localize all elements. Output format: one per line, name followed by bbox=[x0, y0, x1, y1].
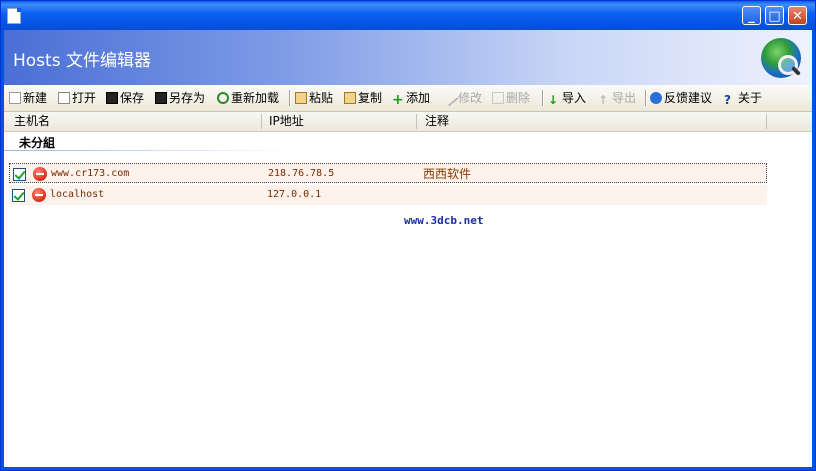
feedback-button[interactable]: 反馈建议 bbox=[650, 89, 712, 107]
save-button[interactable]: 保存 bbox=[106, 89, 144, 107]
paste-button[interactable]: 粘贴 bbox=[295, 89, 333, 107]
new-file-icon bbox=[9, 92, 21, 104]
column-divider[interactable] bbox=[416, 114, 417, 129]
host-status-icon bbox=[32, 188, 46, 202]
enabled-checkbox[interactable] bbox=[12, 189, 25, 202]
open-button[interactable]: 打开 bbox=[58, 89, 96, 107]
toolbar: 新建 打开 保存 另存为 重新加载 粘贴 复制 + 添加 修改 删除 ↓ 导入 ↑ 导… bbox=[4, 85, 812, 112]
reload-button[interactable]: 重新加载 bbox=[217, 89, 279, 107]
save-icon bbox=[106, 92, 118, 104]
host-row[interactable]: localhost 127.0.0.1 bbox=[9, 185, 767, 205]
paste-icon bbox=[295, 92, 307, 104]
column-host[interactable]: 主机名 bbox=[14, 112, 50, 131]
column-note[interactable]: 注释 bbox=[425, 112, 449, 131]
pencil-icon bbox=[441, 89, 459, 107]
edit-button[interactable]: 修改 bbox=[441, 89, 482, 107]
ip-cell: 218.76.78.5 bbox=[268, 168, 335, 179]
note-cell: 西西软件 bbox=[423, 167, 472, 181]
maximize-button[interactable]: □ bbox=[765, 6, 784, 25]
toolbar-separator bbox=[645, 90, 647, 106]
ip-cell: 127.0.0.1 bbox=[267, 189, 322, 200]
toolbar-separator bbox=[289, 90, 291, 106]
host-cell: www.cr173.com bbox=[51, 168, 130, 179]
group-divider bbox=[4, 150, 294, 151]
host-cell: localhost bbox=[50, 189, 105, 200]
copy-icon bbox=[344, 92, 356, 104]
enabled-checkbox[interactable] bbox=[13, 168, 26, 181]
import-button[interactable]: ↓ 导入 bbox=[548, 89, 586, 107]
app-title: Hosts 文件编辑器 bbox=[13, 51, 151, 71]
help-icon: ? bbox=[724, 93, 731, 107]
title-bar[interactable]: _ □ ✕ bbox=[1, 1, 815, 30]
close-button[interactable]: ✕ bbox=[788, 6, 807, 25]
minimize-button[interactable]: _ bbox=[742, 6, 761, 25]
client-area: Hosts 文件编辑器 新建 打开 保存 另存为 重新加载 粘贴 复制 + 添加 … bbox=[4, 30, 812, 467]
export-button[interactable]: ↑ 导出 bbox=[598, 89, 636, 107]
about-button[interactable]: ? 关于 bbox=[724, 89, 762, 107]
plus-icon: + bbox=[392, 92, 404, 108]
toolbar-separator bbox=[542, 90, 544, 106]
globe-search-icon bbox=[761, 38, 801, 78]
new-button[interactable]: 新建 bbox=[9, 89, 47, 107]
delete-button[interactable]: 删除 bbox=[492, 89, 530, 107]
host-status-icon bbox=[33, 167, 47, 181]
group-header[interactable]: 未分組 bbox=[19, 134, 55, 151]
save-as-icon bbox=[155, 92, 167, 104]
app-window: _ □ ✕ Hosts 文件编辑器 新建 打开 保存 另存为 重新加载 粘贴 复… bbox=[0, 0, 816, 471]
app-icon[interactable] bbox=[7, 8, 21, 24]
reload-icon bbox=[217, 92, 229, 104]
host-row[interactable]: www.cr173.com 218.76.78.5 西西软件 bbox=[9, 163, 767, 183]
header-banner: Hosts 文件编辑器 bbox=[4, 30, 812, 85]
column-divider[interactable] bbox=[261, 114, 262, 129]
delete-icon bbox=[492, 92, 504, 104]
add-button[interactable]: + 添加 bbox=[392, 89, 430, 107]
watermark: www.3dcb.net bbox=[404, 214, 484, 227]
column-divider[interactable] bbox=[766, 114, 767, 129]
save-as-button[interactable]: 另存为 bbox=[155, 89, 205, 107]
list-header: 主机名 IP地址 注释 bbox=[4, 112, 812, 132]
up-arrow-icon: ↑ bbox=[598, 93, 609, 107]
open-file-icon bbox=[58, 92, 70, 104]
info-icon bbox=[650, 92, 662, 104]
down-arrow-icon: ↓ bbox=[548, 93, 559, 107]
copy-button[interactable]: 复制 bbox=[344, 89, 382, 107]
column-ip[interactable]: IP地址 bbox=[269, 112, 304, 131]
